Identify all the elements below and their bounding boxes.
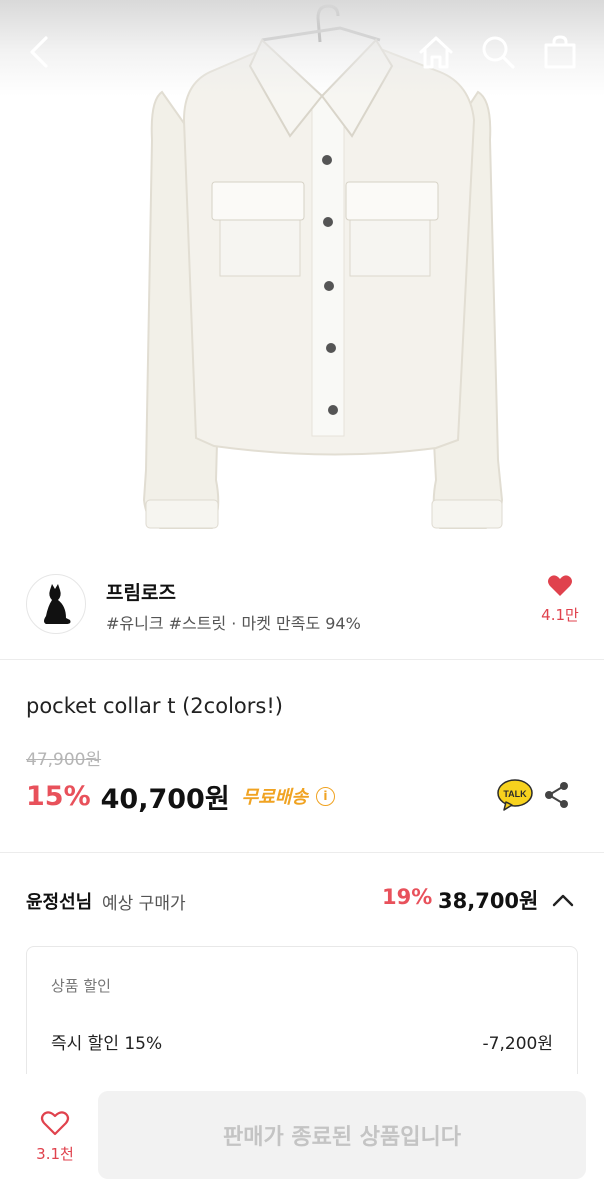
search-icon [482,36,515,69]
price-row: 15% 40,700원 무료배송 i [26,778,335,815]
member-name: 윤정선님 [26,892,93,913]
discount-rate: 15% [26,780,91,812]
divider [0,659,604,660]
wishlist-count: 3.1천 [36,1145,74,1163]
cart-button[interactable] [538,30,582,74]
original-price: 47,900원 [26,750,102,770]
chevron-left-icon [30,36,48,68]
seller-like-count: 4.1만 [541,606,579,624]
member-discount-rate: 19% [382,885,433,909]
share-icon [545,782,568,808]
wishlist-button[interactable]: 3.1천 [24,1110,86,1164]
sale-price: 40,700원 [100,783,230,815]
seller-tags: #유니크 #스트릿 · 마켓 만족도 94% [106,614,361,633]
search-button[interactable] [476,30,520,74]
free-shipping-label: 무료배송 [241,787,308,808]
member-expected-price: 38,700원 [438,889,539,913]
back-button[interactable] [18,30,58,74]
discount-detail-box: 상품 할인 즉시 할인 15% -7,200원 [26,946,578,1086]
heart-outline-icon [40,1111,70,1136]
product-title: pocket collar t (2colors!) [26,694,283,718]
share-button[interactable] [540,778,574,812]
divider [0,852,604,853]
seller-name[interactable]: 프림로즈 [106,578,176,605]
kakao-talk-icon: TALK [497,779,533,811]
kakao-talk-button[interactable]: TALK [496,778,534,812]
top-bar [0,0,604,96]
heart-filled-icon [548,575,572,596]
home-button[interactable] [414,30,458,74]
info-icon[interactable]: i [315,786,335,806]
shopping-bag-icon [544,35,576,69]
instant-discount-label: 즉시 할인 15% [51,1034,163,1054]
chevron-up-icon [552,894,574,907]
member-price-label: 예상 구매가 [102,894,186,914]
avatar[interactable] [26,574,86,634]
home-icon [419,36,453,69]
seller-like-button[interactable]: 4.1만 [536,574,584,625]
bottom-action-bar: 3.1천 판매가 종료된 상품입니다 [0,1074,604,1200]
black-cat-icon [44,584,71,624]
discount-box-title: 상품 할인 [51,977,111,995]
talk-label: TALK [503,789,527,799]
sold-out-button[interactable]: 판매가 종료된 상품입니다 [98,1091,586,1179]
seller-row[interactable]: 프림로즈 #유니크 #스트릿 · 마켓 만족도 94% 4.1만 [0,564,604,658]
member-price-row[interactable]: 윤정선님 예상 구매가 19% 38,700원 [26,882,578,918]
collapse-button[interactable] [548,886,578,914]
instant-discount-amount: -7,200원 [482,1034,553,1054]
